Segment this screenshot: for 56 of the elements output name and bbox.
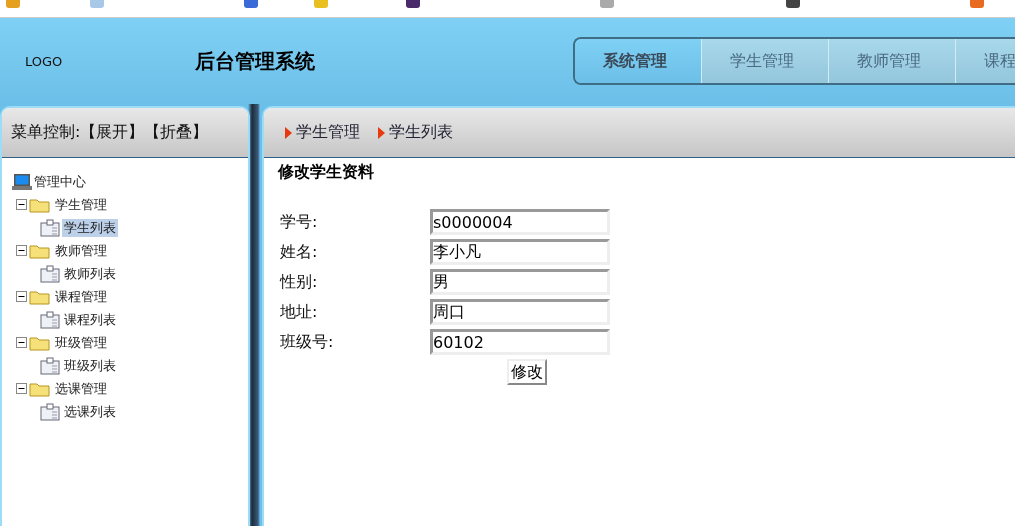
menu-action-link[interactable]: 【展开】 bbox=[80, 122, 145, 143]
bookmark-icon[interactable] bbox=[244, 0, 258, 8]
collapse-icon[interactable] bbox=[16, 245, 27, 256]
tree-node[interactable]: 班级管理 bbox=[53, 333, 109, 352]
app-title: 后台管理系统 bbox=[195, 47, 316, 75]
breadcrumb-link[interactable]: 学生管理 bbox=[296, 122, 360, 143]
tree-leaf[interactable]: 学生列表 bbox=[62, 218, 118, 237]
folder-icon bbox=[29, 242, 51, 259]
collapse-icon[interactable] bbox=[16, 383, 27, 394]
folder-icon bbox=[29, 334, 51, 351]
field-label: 姓名: bbox=[280, 241, 319, 263]
input-field[interactable]: 60102 bbox=[430, 329, 610, 355]
computer-icon bbox=[12, 172, 32, 191]
field-label: 性别: bbox=[280, 271, 319, 293]
nav-tab[interactable]: 学生管理 bbox=[702, 39, 829, 83]
document-icon bbox=[40, 402, 60, 421]
document-icon bbox=[40, 356, 60, 375]
tree-leaf[interactable]: 教师列表 bbox=[62, 264, 118, 283]
arrow-icon bbox=[285, 126, 292, 139]
folder-icon bbox=[29, 380, 51, 397]
input-field[interactable]: s0000004 bbox=[430, 209, 610, 235]
tree-leaf[interactable]: 班级列表 bbox=[62, 356, 118, 375]
field-label: 地址: bbox=[280, 301, 319, 323]
folder-icon bbox=[29, 196, 51, 213]
input-field[interactable]: 周口 bbox=[430, 299, 610, 325]
document-icon bbox=[40, 310, 60, 329]
document-icon bbox=[40, 264, 60, 283]
tree-node[interactable]: 课程管理 bbox=[53, 287, 109, 306]
nav-tab[interactable]: 教师管理 bbox=[829, 39, 956, 83]
tree-node[interactable]: 学生管理 bbox=[53, 195, 109, 214]
submit-button[interactable]: 修改 bbox=[507, 359, 547, 385]
bookmark-icon[interactable] bbox=[786, 0, 800, 8]
bookmark-icon[interactable] bbox=[970, 0, 984, 8]
menu-control-label: 菜单控制: bbox=[11, 122, 81, 143]
collapse-icon[interactable] bbox=[16, 291, 27, 302]
form-title: 修改学生资料 bbox=[276, 161, 375, 183]
document-icon bbox=[40, 218, 60, 237]
breadcrumb-link[interactable]: 学生列表 bbox=[389, 122, 453, 143]
nav-tab[interactable]: 课程 bbox=[956, 39, 1015, 83]
tree-node[interactable]: 管理中心 bbox=[32, 172, 88, 191]
tree-node[interactable]: 教师管理 bbox=[53, 241, 109, 260]
tree-leaf[interactable]: 课程列表 bbox=[62, 310, 118, 329]
field-label: 学号: bbox=[280, 211, 319, 233]
bookmark-icon[interactable] bbox=[406, 0, 420, 8]
menu-action-link[interactable]: 【折叠】 bbox=[144, 122, 209, 143]
logo: LOGO bbox=[24, 53, 64, 69]
collapse-icon[interactable] bbox=[16, 199, 27, 210]
tree-node[interactable]: 选课管理 bbox=[53, 379, 109, 398]
arrow-icon bbox=[378, 126, 385, 139]
folder-icon bbox=[29, 288, 51, 305]
field-label: 班级号: bbox=[280, 331, 335, 353]
tree-leaf[interactable]: 选课列表 bbox=[62, 402, 118, 421]
input-field[interactable]: 男 bbox=[430, 269, 610, 295]
input-field[interactable]: 李小凡 bbox=[430, 239, 610, 265]
nav-tab[interactable]: 系统管理 bbox=[575, 39, 702, 83]
collapse-icon[interactable] bbox=[16, 337, 27, 348]
